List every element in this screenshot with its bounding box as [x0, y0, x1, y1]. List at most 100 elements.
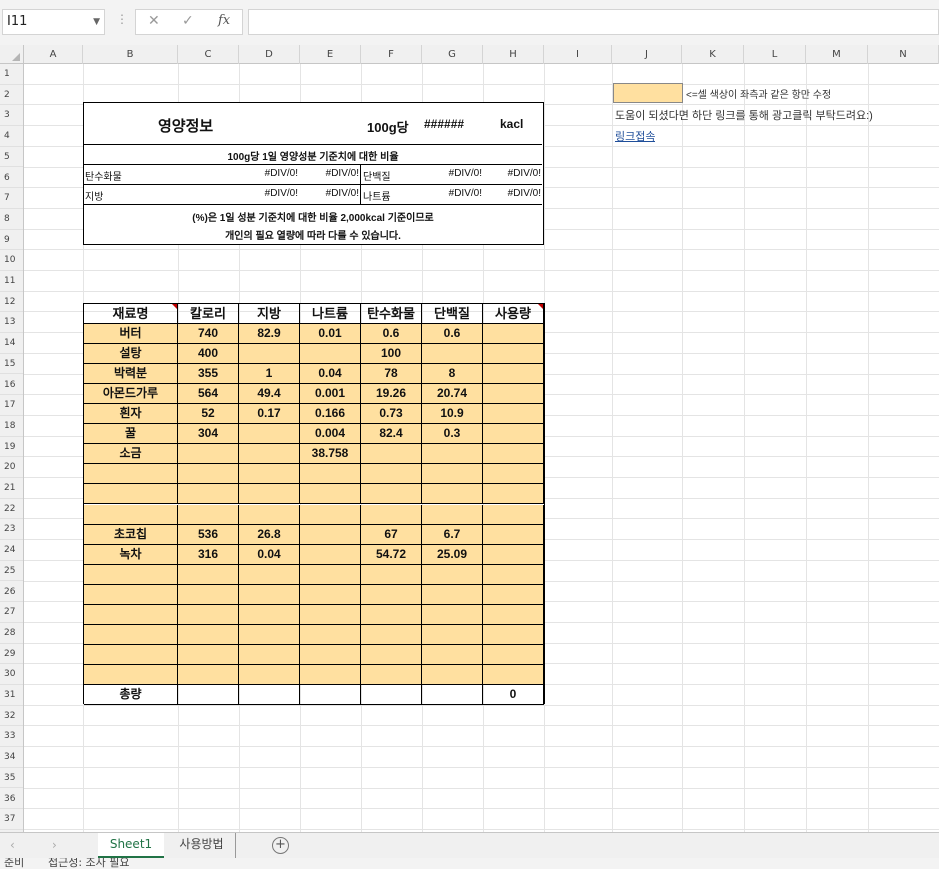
table-cell[interactable] [178, 584, 239, 605]
table-cell[interactable]: 0.17 [239, 404, 300, 425]
add-sheet-icon[interactable]: + [272, 837, 289, 854]
table-cell[interactable] [300, 624, 361, 645]
table-cell[interactable]: 6.7 [422, 524, 483, 545]
table-cell[interactable]: 8 [422, 364, 483, 385]
table-cell[interactable]: 0.6 [361, 324, 422, 345]
row-header-cell[interactable]: 23 [0, 519, 23, 541]
table-cell[interactable]: 82.4 [361, 424, 422, 445]
table-cell[interactable] [239, 464, 300, 485]
table-cell[interactable]: 54.72 [361, 544, 422, 565]
table-cell[interactable]: 740 [178, 324, 239, 345]
table-cell[interactable] [361, 484, 422, 505]
table-cell[interactable] [361, 644, 422, 665]
table-cell[interactable] [361, 504, 422, 525]
table-header-cell[interactable]: 단백질 [422, 304, 483, 325]
table-cell[interactable]: 0.04 [300, 364, 361, 385]
row-header-cell[interactable]: 30 [0, 664, 23, 685]
table-cell[interactable] [361, 624, 422, 645]
table-cell[interactable] [483, 504, 544, 525]
table-header-cell[interactable]: 탄수화물 [361, 304, 422, 325]
table-cell[interactable] [84, 484, 178, 505]
table-cell[interactable] [422, 584, 483, 605]
table-cell[interactable] [300, 344, 361, 365]
row-header-cell[interactable]: 21 [0, 478, 23, 499]
table-total-cell[interactable]: 0 [483, 684, 544, 705]
table-cell[interactable]: 0.01 [300, 324, 361, 345]
table-cell[interactable]: 25.09 [422, 544, 483, 565]
table-cell[interactable] [178, 644, 239, 665]
table-cell[interactable] [422, 484, 483, 505]
row-header-cell[interactable]: 37 [0, 809, 23, 830]
row-header-cell[interactable]: 35 [0, 768, 23, 789]
table-cell[interactable] [483, 384, 544, 405]
table-cell[interactable] [239, 624, 300, 645]
table-cell[interactable] [239, 424, 300, 445]
row-header-cell[interactable]: 31 [0, 685, 23, 706]
row-header-cell[interactable]: 16 [0, 375, 23, 396]
row-header-cell[interactable]: 14 [0, 333, 23, 354]
table-total-cell[interactable] [178, 684, 239, 705]
table-header-cell[interactable]: 칼로리 [178, 304, 239, 325]
table-cell[interactable] [84, 664, 178, 685]
table-cell[interactable] [422, 664, 483, 685]
worksheet-grid[interactable]: 영양정보 100g당 ###### kacl 100g당 1일 영양성분 기준치… [24, 64, 939, 832]
table-cell[interactable]: 0.166 [300, 404, 361, 425]
table-cell[interactable] [178, 504, 239, 525]
table-cell[interactable] [483, 564, 544, 585]
table-cell[interactable] [483, 404, 544, 425]
table-cell[interactable] [483, 444, 544, 465]
table-cell[interactable] [422, 564, 483, 585]
table-cell[interactable] [178, 664, 239, 685]
table-cell[interactable] [361, 584, 422, 605]
tab-sheet1[interactable]: Sheet1 [98, 833, 164, 858]
prev-sheet-icon[interactable]: ‹ [10, 838, 15, 852]
next-sheet-icon[interactable]: › [52, 838, 57, 852]
row-header-cell[interactable]: 26 [0, 582, 23, 603]
table-cell[interactable] [84, 584, 178, 605]
table-cell[interactable]: 536 [178, 524, 239, 545]
table-total-cell[interactable] [239, 684, 300, 705]
table-cell[interactable]: 설탕 [84, 344, 178, 365]
table-cell[interactable] [300, 464, 361, 485]
table-cell[interactable] [422, 624, 483, 645]
table-cell[interactable]: 304 [178, 424, 239, 445]
ad-link[interactable]: 링크접속 [615, 128, 655, 144]
table-header-cell[interactable]: 재료명 [84, 304, 178, 325]
table-cell[interactable] [239, 444, 300, 465]
table-cell[interactable]: 82.9 [239, 324, 300, 345]
table-cell[interactable] [178, 624, 239, 645]
row-header-cell[interactable]: 18 [0, 416, 23, 437]
table-cell[interactable] [422, 504, 483, 525]
table-cell[interactable] [300, 604, 361, 625]
row-header-cell[interactable]: 22 [0, 499, 23, 520]
table-cell[interactable]: 1 [239, 364, 300, 385]
row-header-cell[interactable]: 4 [0, 126, 23, 147]
column-header-d[interactable]: D [239, 45, 300, 64]
select-all-button[interactable] [0, 45, 24, 64]
table-cell[interactable]: 26.8 [239, 524, 300, 545]
table-cell[interactable] [483, 624, 544, 645]
table-cell[interactable] [483, 344, 544, 365]
row-header-cell[interactable]: 27 [0, 602, 23, 623]
table-cell[interactable] [300, 564, 361, 585]
table-cell[interactable]: 19.26 [361, 384, 422, 405]
table-header-cell[interactable]: 나트륨 [300, 304, 361, 325]
table-cell[interactable] [239, 564, 300, 585]
table-cell[interactable] [483, 324, 544, 345]
table-cell[interactable] [300, 484, 361, 505]
row-header-cell[interactable]: 8 [0, 209, 23, 230]
row-header-cell[interactable]: 28 [0, 623, 23, 644]
insert-function-icon[interactable]: fx [218, 13, 230, 28]
row-header-cell[interactable]: 12 [0, 292, 23, 313]
table-cell[interactable] [422, 604, 483, 625]
table-cell[interactable]: 400 [178, 344, 239, 365]
column-header-n[interactable]: N [868, 45, 939, 64]
table-cell[interactable] [84, 564, 178, 585]
row-header-cell[interactable]: 20 [0, 457, 23, 478]
row-header-cell[interactable]: 6 [0, 168, 23, 189]
table-cell[interactable] [483, 484, 544, 505]
table-cell[interactable]: 10.9 [422, 404, 483, 425]
table-cell[interactable]: 박력분 [84, 364, 178, 385]
table-cell[interactable] [239, 344, 300, 365]
table-cell[interactable] [178, 444, 239, 465]
